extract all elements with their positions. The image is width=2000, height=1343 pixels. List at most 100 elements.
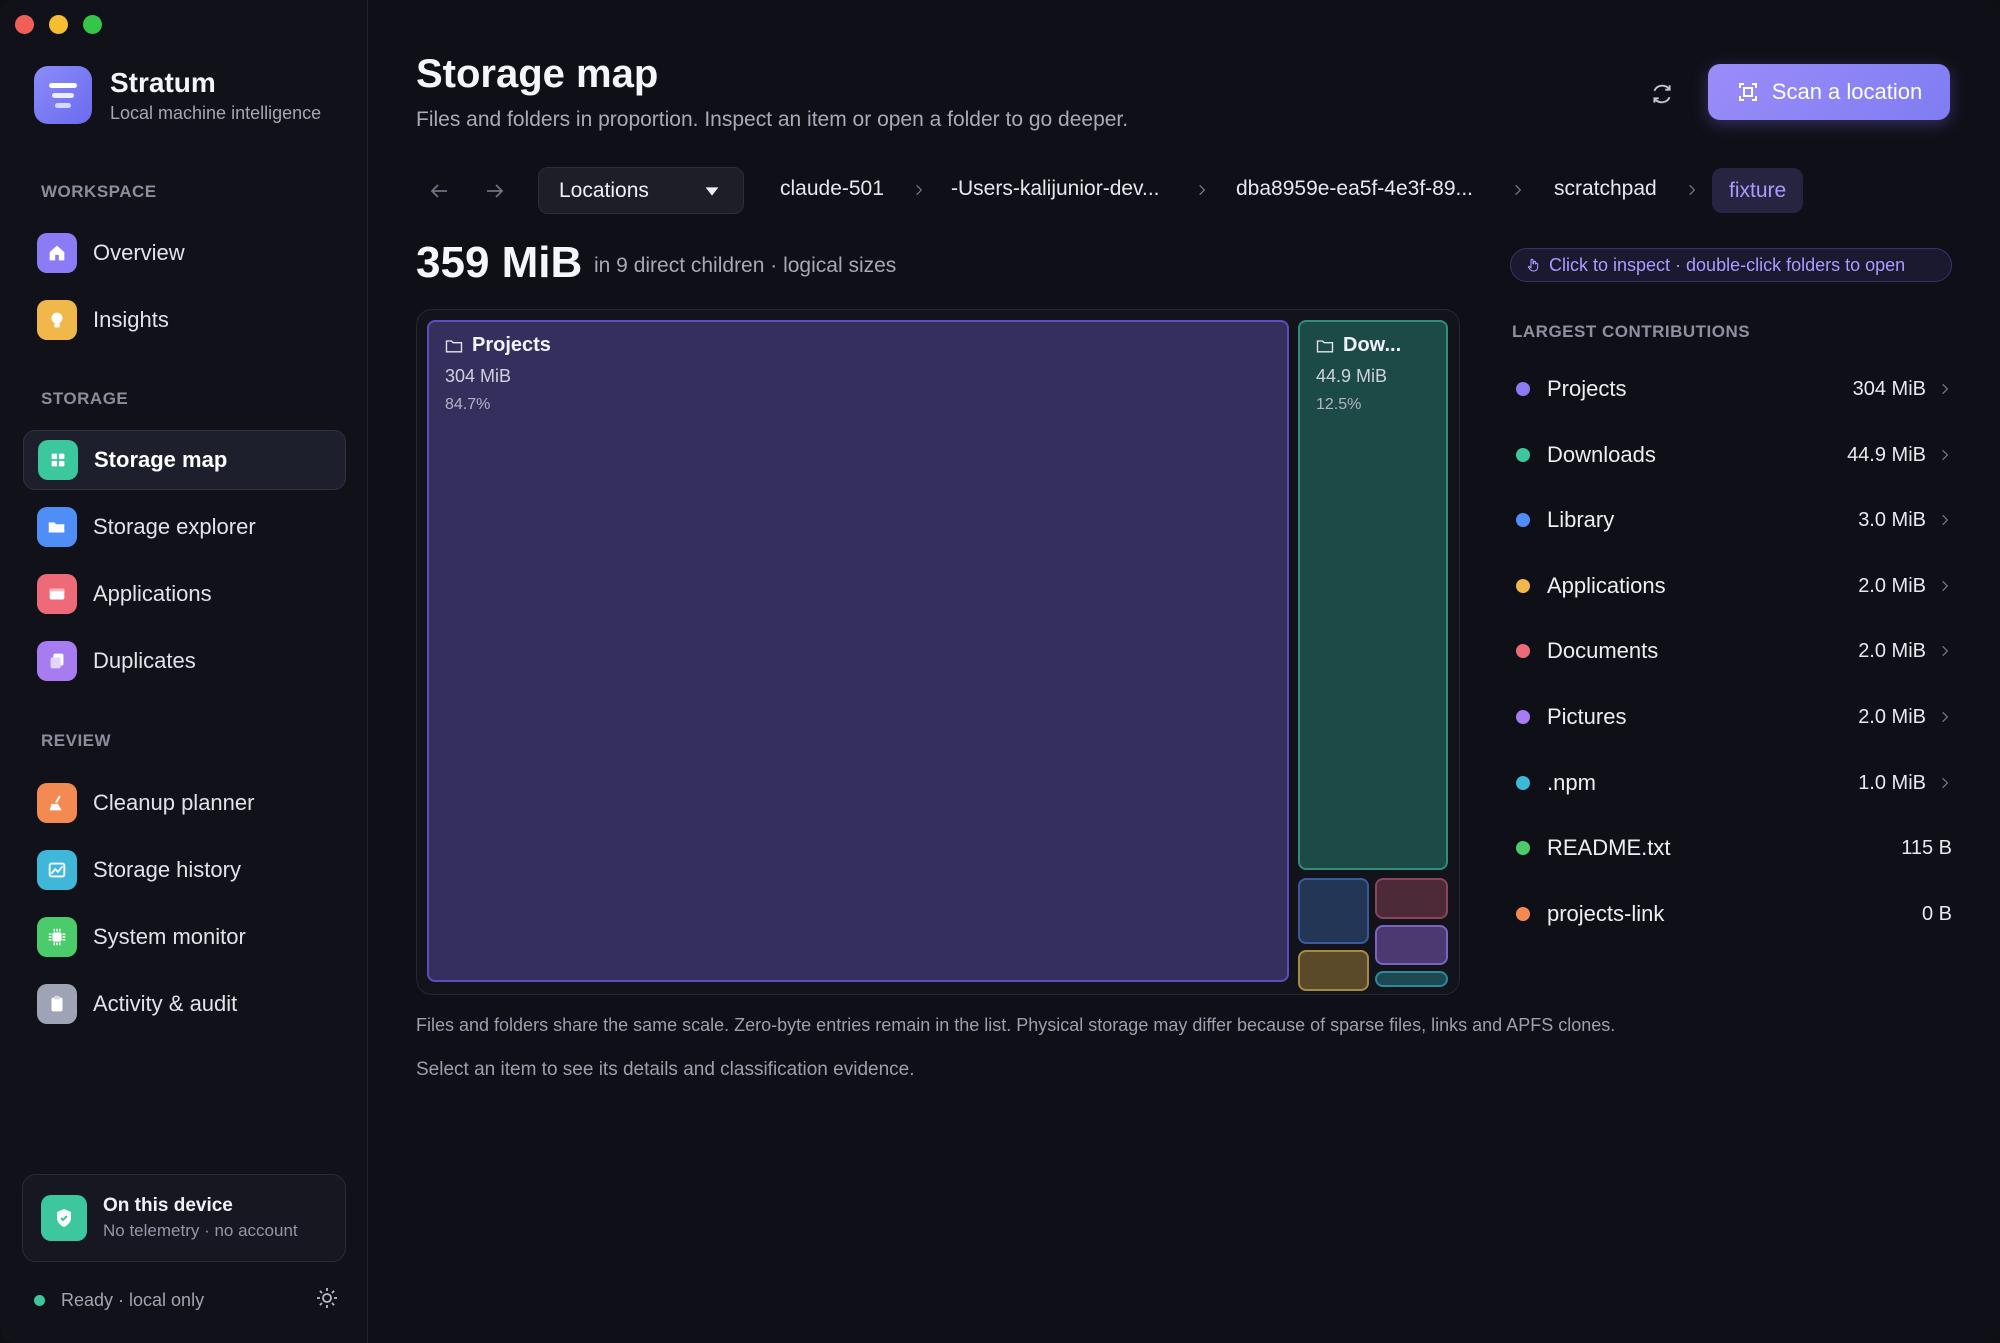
total-size: 359 MiB — [416, 238, 583, 287]
contribution-name: projects-link — [1547, 901, 1665, 926]
sidebar-item-storage-explorer[interactable]: Storage explorer — [23, 497, 346, 557]
sidebar-item-applications[interactable]: Applications — [23, 564, 346, 624]
contribution-value: 2.0 MiB — [1858, 639, 1926, 662]
forward-arrow-icon[interactable] — [480, 176, 510, 206]
contribution-value: 0 B — [1921, 902, 1952, 925]
color-dot — [1516, 776, 1530, 790]
treemap-tile-documents[interactable] — [1375, 878, 1448, 919]
sidebar-item-label: Storage map — [94, 447, 228, 472]
sidebar-item-system-monitor[interactable]: System monitor — [23, 907, 346, 967]
breadcrumb-item[interactable]: claude-501 — [780, 177, 884, 201]
contribution-name: Documents — [1547, 638, 1659, 663]
refresh-button[interactable] — [1644, 76, 1680, 112]
color-dot — [1516, 579, 1530, 593]
grid-icon — [38, 440, 78, 480]
treemap-tile-downloads[interactable]: Dow... 44.9 MiB 12.5% — [1298, 320, 1448, 870]
contribution-row[interactable]: Projects 304 MiB — [1512, 369, 1952, 409]
sidebar-item-insights[interactable]: Insights — [23, 290, 346, 350]
folder-icon — [445, 339, 463, 352]
breadcrumb-item[interactable]: scratchpad — [1554, 177, 1657, 201]
sidebar-item-label: Insights — [93, 307, 169, 332]
contribution-value: 1.0 MiB — [1858, 771, 1926, 794]
treemap-tile-library[interactable] — [1298, 878, 1369, 944]
sidebar-item-label: Storage explorer — [93, 514, 256, 539]
treemap-tile-applications[interactable] — [1298, 950, 1369, 991]
window-icon — [37, 574, 77, 614]
section-label-storage: STORAGE — [41, 389, 129, 408]
section-label-workspace: WORKSPACE — [41, 182, 157, 201]
scan-location-button[interactable]: Scan a location — [1708, 64, 1950, 120]
contribution-row[interactable]: Pictures 2.0 MiB — [1512, 697, 1952, 737]
brand-name: Stratum — [110, 66, 216, 98]
stratum-logo-icon — [34, 66, 92, 124]
footnote-scale: Files and folders share the same scale. … — [416, 1015, 1616, 1035]
treemap-tile-pictures[interactable] — [1375, 925, 1448, 965]
scan-button-label: Scan a location — [1771, 79, 1923, 104]
contribution-name: Downloads — [1547, 442, 1656, 467]
window-controls — [15, 15, 102, 34]
chevron-right-icon — [1926, 774, 1952, 792]
section-label-review: REVIEW — [41, 731, 112, 750]
contribution-row[interactable]: Library 3.0 MiB — [1512, 500, 1952, 540]
brand-subtitle: Local machine intelligence — [110, 102, 322, 123]
sidebar-item-duplicates[interactable]: Duplicates — [23, 631, 346, 691]
close-window-button[interactable] — [15, 15, 34, 34]
hint-text: Click to inspect · double-click folders … — [1549, 254, 1906, 275]
color-dot — [1516, 513, 1530, 527]
color-dot — [1516, 644, 1530, 658]
sidebar-item-overview[interactable]: Overview — [23, 223, 346, 283]
contributions-title: LARGEST CONTRIBUTIONS — [1512, 322, 1751, 341]
chip-icon — [37, 917, 77, 957]
tile-name: Projects — [472, 334, 551, 356]
brand: Stratum Local machine intelligence — [34, 66, 321, 124]
tile-size: 304 MiB — [445, 366, 512, 386]
sidebar-item-label: Cleanup planner — [93, 790, 255, 815]
treemap-tile-npm[interactable] — [1375, 971, 1448, 987]
caret-down-icon — [705, 186, 719, 196]
color-dot — [1516, 841, 1530, 855]
sidebar-item-label: Overview — [93, 240, 185, 265]
broom-icon — [37, 783, 77, 823]
shield-check-icon — [41, 1195, 87, 1241]
tile-label: Projects — [444, 334, 551, 357]
contribution-row[interactable]: README.txt 115 B — [1512, 828, 1952, 868]
sidebar-item-label: Storage history — [93, 857, 241, 882]
breadcrumb-item[interactable]: dba8959e-ea5f-4e3f-89... — [1236, 177, 1473, 201]
contribution-row[interactable]: Downloads 44.9 MiB — [1512, 435, 1952, 475]
zoom-window-button[interactable] — [83, 15, 102, 34]
breadcrumb-item[interactable]: -Users-kalijunior-dev... — [951, 177, 1160, 201]
contribution-value: 304 MiB — [1852, 377, 1926, 400]
device-subtitle: No telemetry · no account — [103, 1221, 298, 1240]
minimize-window-button[interactable] — [49, 15, 68, 34]
chevron-right-icon — [1926, 511, 1952, 529]
color-dot — [1516, 907, 1530, 921]
contribution-row[interactable]: Documents 2.0 MiB — [1512, 631, 1952, 671]
sidebar-item-storage-map[interactable]: Storage map — [23, 430, 346, 490]
sidebar-item-activity-audit[interactable]: Activity & audit — [23, 974, 346, 1034]
chevron-right-icon — [912, 180, 926, 200]
hand-pointer-icon — [1527, 258, 1539, 272]
treemap: Projects 304 MiB 84.7% Dow... 44.9 MiB 1… — [416, 309, 1460, 995]
chevron-right-icon — [1926, 380, 1952, 398]
sun-icon[interactable] — [315, 1286, 339, 1315]
folder-open-icon — [37, 507, 77, 547]
contribution-row[interactable]: projects-link 0 B — [1512, 894, 1952, 934]
treemap-tile-projects[interactable]: Projects 304 MiB 84.7% — [427, 320, 1289, 982]
back-arrow-icon[interactable] — [424, 176, 454, 206]
color-dot — [1516, 448, 1530, 462]
sidebar-item-cleanup-planner[interactable]: Cleanup planner — [23, 773, 346, 833]
copy-icon — [37, 641, 77, 681]
tile-name: Dow... — [1343, 334, 1402, 356]
history-nav — [424, 176, 510, 206]
sidebar-item-label: Applications — [93, 581, 212, 606]
contribution-row[interactable]: Applications 2.0 MiB — [1512, 566, 1952, 606]
breadcrumb-current[interactable]: fixture — [1712, 168, 1804, 213]
sidebar-item-storage-history[interactable]: Storage history — [23, 840, 346, 900]
locations-dropdown[interactable]: Locations — [538, 167, 744, 214]
contribution-row[interactable]: .npm 1.0 MiB — [1512, 763, 1952, 803]
scan-icon — [1738, 83, 1757, 101]
contribution-name: Library — [1547, 507, 1615, 532]
main-content: Storage map Files and folders in proport… — [369, 0, 2000, 1343]
clipboard-icon — [37, 984, 77, 1024]
folder-icon — [1316, 339, 1334, 352]
